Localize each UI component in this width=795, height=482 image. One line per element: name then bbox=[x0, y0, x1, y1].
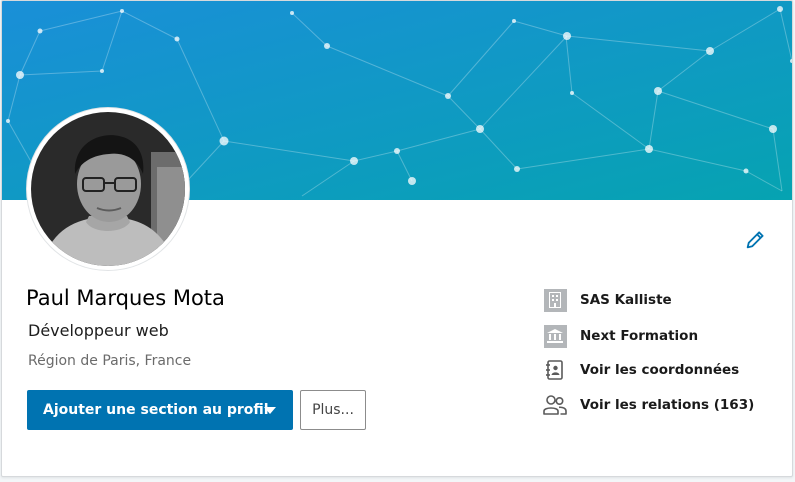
profile-location: Région de Paris, France bbox=[28, 353, 192, 369]
people-icon bbox=[543, 393, 567, 417]
sidebar-item-company-label: SAS Kalliste bbox=[580, 292, 672, 308]
contact-card-icon bbox=[543, 358, 567, 382]
sidebar-item-school[interactable]: Next Formation bbox=[543, 324, 698, 348]
sidebar-item-contact-info[interactable]: Voir les coordonnées bbox=[543, 358, 739, 382]
profile-headline: Développeur web bbox=[28, 321, 169, 340]
profile-name: Paul Marques Mota bbox=[26, 286, 225, 310]
add-profile-section-label: Ajouter une section au profil bbox=[43, 402, 269, 418]
sidebar-item-connections[interactable]: Voir les relations (163) bbox=[543, 393, 754, 417]
caret-down-icon bbox=[264, 407, 276, 414]
profile-card: Paul Marques Mota Développeur web Région… bbox=[1, 0, 793, 477]
pencil-icon bbox=[746, 231, 764, 249]
add-profile-section-button[interactable]: Ajouter une section au profil bbox=[27, 390, 293, 430]
profile-photo[interactable] bbox=[27, 108, 189, 270]
more-actions-button[interactable]: Plus... bbox=[300, 390, 366, 430]
sidebar-item-school-label: Next Formation bbox=[580, 328, 699, 344]
more-actions-label: Plus... bbox=[312, 402, 354, 418]
edit-profile-button[interactable] bbox=[742, 227, 768, 253]
sidebar-item-contact-info-label: Voir les coordonnées bbox=[580, 362, 740, 378]
building-icon bbox=[543, 288, 567, 312]
sidebar-item-connections-label: Voir les relations (163) bbox=[580, 397, 755, 413]
sidebar-item-company[interactable]: SAS Kalliste bbox=[543, 288, 672, 312]
school-icon bbox=[543, 324, 567, 348]
